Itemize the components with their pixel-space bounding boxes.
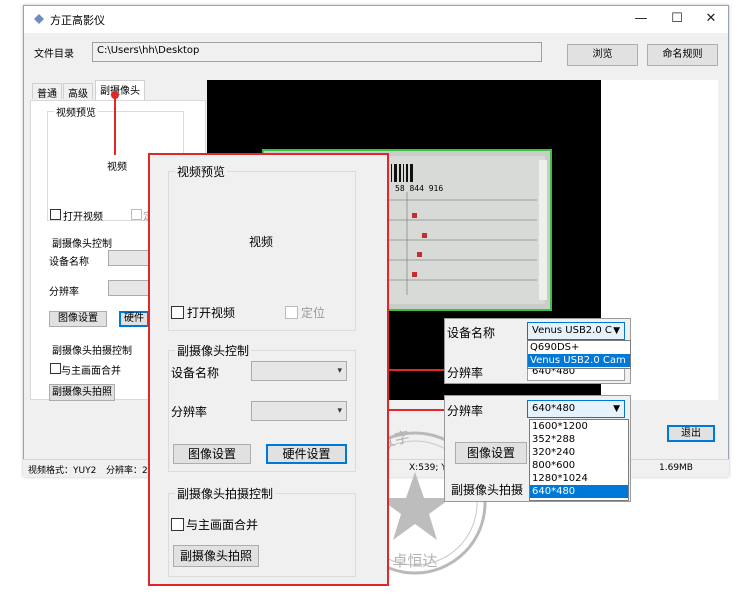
device-name-combo[interactable]	[108, 250, 150, 266]
callout-image-settings-button[interactable]: 图像设置	[173, 444, 251, 464]
callout-hardware-settings-button[interactable]: 硬件设置	[266, 444, 347, 464]
resolution-popup: 分辨率 640*480 ▼ 图像设置 副摄像头拍摄 1600*1200 352*…	[444, 395, 631, 502]
capture-group-title: 副摄像头拍摄控制	[52, 346, 132, 357]
status-format: 视频格式：YUY2	[28, 466, 97, 476]
resolution-option[interactable]: 352*288	[530, 433, 628, 446]
callout-locate-label: 定位	[301, 306, 326, 320]
callout-merge-label: 与主画面合并	[186, 518, 259, 532]
resolution-option[interactable]: 1280*1024	[530, 472, 628, 485]
callout-resolution-label: 分辨率	[171, 405, 208, 419]
minimize-button[interactable]: —	[626, 8, 656, 30]
tab-advanced[interactable]: 高级	[63, 83, 93, 100]
callout-control-title: 副摄像头控制	[175, 342, 252, 359]
callout-capture-button[interactable]: 副摄像头拍照	[173, 545, 259, 567]
barcode-text: 58 844 916	[395, 184, 443, 193]
naming-rule-button[interactable]: 命名规则	[647, 44, 718, 66]
open-video-label: 打开视频	[63, 212, 103, 223]
locate-checkbox[interactable]	[131, 209, 142, 220]
callout-capture-title: 副摄像头拍摄控制	[175, 485, 276, 502]
callout-open-video-label: 打开视频	[187, 306, 236, 320]
status-size: 1.69MB	[659, 463, 693, 473]
exit-button[interactable]: 退出	[667, 425, 715, 442]
resolution-combo[interactable]	[108, 280, 150, 296]
device-popup-resolution-label: 分辨率	[447, 366, 484, 380]
capture-button[interactable]: 副摄像头拍照	[49, 384, 115, 401]
hardware-settings-button[interactable]: 硬件	[119, 311, 149, 327]
close-button[interactable]: ✕	[696, 8, 726, 30]
chevron-down-icon: ▾	[337, 366, 342, 376]
callout-device-name-combo[interactable]: ▾	[251, 361, 347, 381]
open-video-checkbox[interactable]	[50, 209, 61, 220]
chevron-down-icon: ▼	[613, 404, 620, 414]
merge-checkbox[interactable]	[50, 363, 61, 374]
zoom-callout: 视频预览 视频 打开视频 定位 副摄像头控制 设备名称 ▾ 分辨率 ▾ 图像设置…	[148, 153, 389, 586]
resolution-popup-label: 分辨率	[447, 404, 484, 418]
merge-label: 与主画面合并	[61, 366, 121, 377]
device-dropdown-value: Venus USB2.0 C	[532, 325, 612, 336]
status-resolution: 分辨率：25	[106, 466, 154, 476]
callout-preview-title: 视频预览	[175, 163, 228, 180]
resolution-dropdown[interactable]: 640*480 ▼	[527, 400, 625, 418]
resolution-label: 分辨率	[49, 287, 79, 298]
callout-open-video-checkbox[interactable]	[171, 306, 184, 319]
device-name-label: 设备名称	[49, 257, 89, 268]
callout-device-name-label: 设备名称	[171, 366, 220, 380]
control-group-title: 副摄像头控制	[52, 239, 112, 250]
callout-merge-checkbox[interactable]	[171, 518, 184, 531]
callout-resolution-combo[interactable]: ▾	[251, 401, 347, 421]
maximize-button[interactable]: ☐	[662, 8, 692, 30]
watermark-star-icon	[379, 472, 451, 540]
resolution-option[interactable]: 1600*1200	[530, 420, 628, 433]
device-popup: 设备名称 分辨率 Venus USB2.0 C ▼ 640*480 Q690DS…	[444, 318, 631, 384]
browse-button[interactable]: 浏览	[567, 44, 638, 66]
dir-field[interactable]: C:\Users\hh\Desktop	[92, 42, 542, 62]
device-popup-label: 设备名称	[447, 326, 496, 340]
callout-locate-checkbox[interactable]	[285, 306, 298, 319]
callout-connector-dot	[111, 91, 119, 99]
callout-preview-text: 视频	[249, 235, 274, 249]
resolution-option-selected[interactable]: 640*480	[530, 485, 628, 498]
watermark-name: 卓恒达	[392, 552, 437, 570]
chevron-down-icon: ▾	[337, 406, 342, 416]
callout-connector-vertical	[114, 95, 116, 155]
resolution-options-list: 1600*1200 352*288 320*240 800*600 1280*1…	[529, 419, 629, 501]
window-title: 方正高影仪	[50, 14, 105, 27]
dir-label: 文件目录	[34, 49, 74, 60]
app-icon	[34, 14, 44, 24]
device-options-list: Q690DS+ Venus USB2.0 Cam	[527, 340, 631, 369]
resolution-dropdown-value: 640*480	[532, 403, 576, 414]
preview-group-title: 视频预览	[54, 104, 98, 119]
title-bar: 方正高影仪 — ☐ ✕	[24, 6, 728, 33]
chevron-down-icon: ▼	[613, 326, 620, 336]
resolution-popup-capture-label: 副摄像头拍摄	[451, 483, 524, 497]
tab-normal[interactable]: 普通	[32, 83, 62, 100]
device-dropdown[interactable]: Venus USB2.0 C ▼	[527, 322, 625, 340]
device-option-selected[interactable]: Venus USB2.0 Cam	[528, 354, 630, 367]
resolution-option[interactable]: 800*600	[530, 459, 628, 472]
device-option[interactable]: Q690DS+	[528, 341, 630, 354]
image-settings-button[interactable]: 图像设置	[49, 311, 107, 327]
tab-sub-camera[interactable]: 副摄像头	[95, 80, 145, 100]
resolution-popup-image-settings[interactable]: 图像设置	[455, 442, 527, 464]
resolution-option[interactable]: 320*240	[530, 446, 628, 459]
preview-text: 视频	[107, 162, 127, 173]
